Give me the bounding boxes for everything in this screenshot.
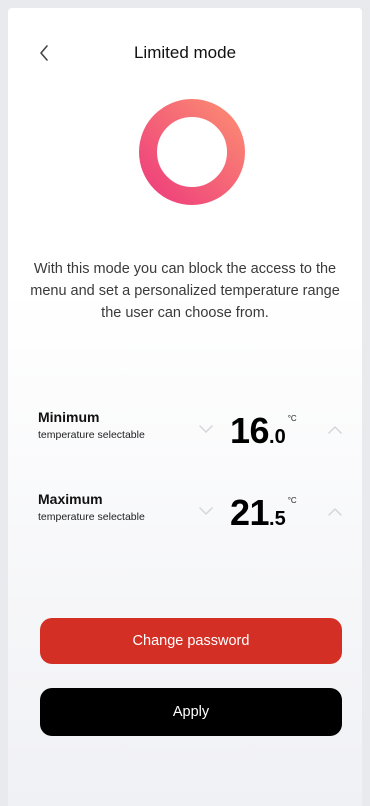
back-button[interactable] bbox=[30, 38, 58, 68]
chevron-down-icon bbox=[199, 506, 213, 515]
maximum-value-decimal: .5 bbox=[269, 508, 286, 530]
maximum-value: 21 .5 °C bbox=[230, 492, 297, 542]
minimum-temperature-row: Minimum temperature selectable 16 .0 °C bbox=[8, 404, 362, 464]
chevron-up-icon bbox=[328, 425, 342, 434]
minimum-subtitle: temperature selectable bbox=[38, 429, 145, 441]
increase-maximum-button[interactable] bbox=[324, 500, 346, 522]
increase-minimum-button[interactable] bbox=[324, 418, 346, 440]
maximum-unit: °C bbox=[287, 496, 297, 505]
page-title: Limited mode bbox=[133, 43, 237, 62]
maximum-title: Maximum bbox=[38, 491, 103, 507]
decrease-minimum-button[interactable] bbox=[195, 418, 217, 440]
minimum-value: 16 .0 °C bbox=[230, 410, 297, 460]
limited-mode-screen: Limited mode With this mode you can bloc… bbox=[8, 8, 362, 806]
mode-description: With this mode you can block the access … bbox=[30, 261, 340, 321]
maximum-value-integer: 21 bbox=[230, 492, 270, 533]
decrease-maximum-button[interactable] bbox=[195, 500, 217, 522]
minimum-title: Minimum bbox=[38, 409, 100, 425]
maximum-temperature-row: Maximum temperature selectable 21 .5 °C bbox=[8, 486, 362, 546]
chevron-up-icon bbox=[328, 507, 342, 516]
minimum-value-integer: 16 bbox=[230, 410, 270, 451]
maximum-subtitle: temperature selectable bbox=[38, 511, 145, 523]
header: Limited mode bbox=[8, 38, 362, 68]
minimum-unit: °C bbox=[287, 414, 297, 423]
minimum-value-decimal: .0 bbox=[269, 426, 286, 448]
apply-button[interactable]: Apply bbox=[40, 688, 342, 736]
chevron-down-icon bbox=[199, 424, 213, 433]
minimum-label: Minimum temperature selectable bbox=[38, 408, 145, 444]
maximum-label: Maximum temperature selectable bbox=[38, 490, 145, 526]
chevron-left-icon bbox=[40, 45, 48, 61]
change-password-button[interactable]: Change password bbox=[40, 618, 342, 664]
ring-icon bbox=[134, 94, 250, 210]
